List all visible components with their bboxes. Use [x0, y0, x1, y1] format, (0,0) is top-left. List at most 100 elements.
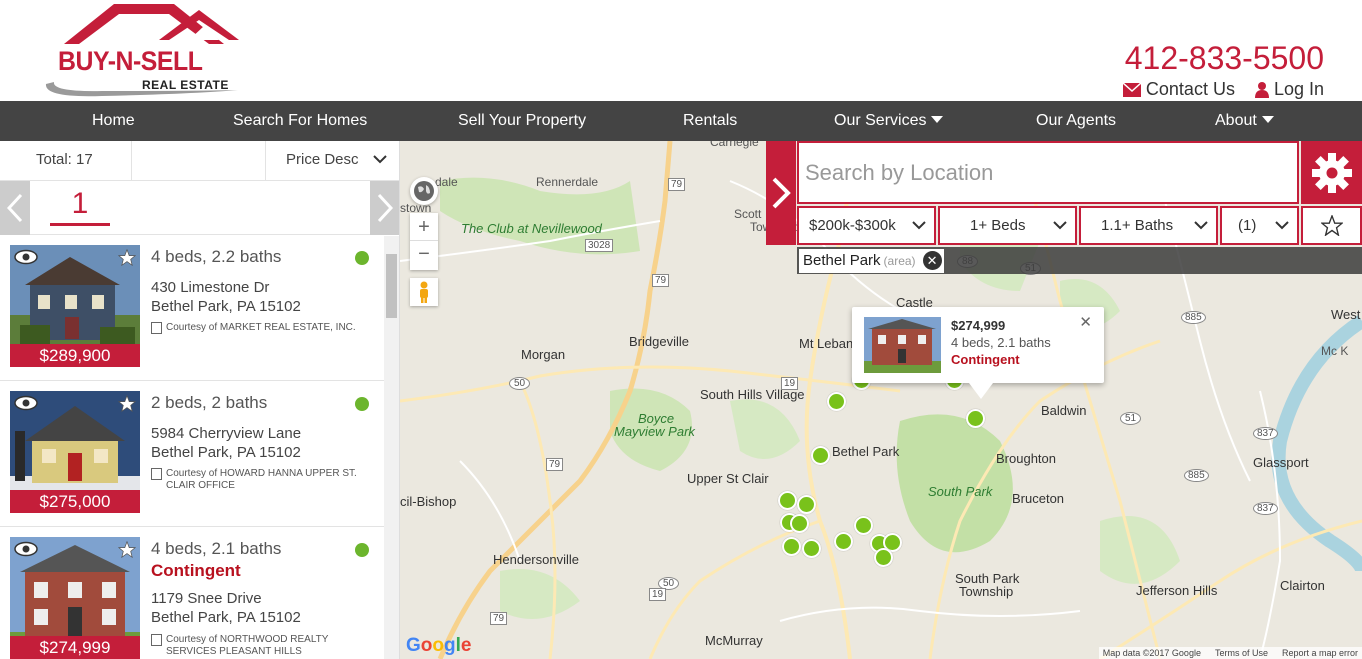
listing-street: 1179 Snee Drive [151, 590, 262, 607]
listing-beds-baths[interactable]: 4 beds, 2.1 baths [151, 539, 281, 559]
map-label-scott: Scott [734, 207, 762, 221]
map-label-mayview: Mayview Park [614, 424, 695, 439]
login-link[interactable]: Log In [1254, 79, 1324, 100]
close-icon[interactable]: ✕ [1079, 313, 1092, 331]
report-error-link[interactable]: Report a map error [1282, 648, 1358, 658]
street-view-pegman[interactable] [410, 278, 438, 306]
pagination: 1 [0, 181, 399, 235]
listing-card[interactable]: $274,999 4 beds, 2.1 baths Contingent 11… [0, 527, 399, 659]
map-label-mck: Mc K [1321, 344, 1349, 358]
map-pin[interactable] [778, 491, 797, 510]
star-icon[interactable] [118, 249, 136, 266]
total-count: Total: 17 [0, 141, 132, 180]
route-shield-51: 51 [1120, 412, 1142, 425]
broker-icon [151, 634, 162, 646]
map-pin[interactable] [802, 539, 821, 558]
map-pin[interactable] [827, 392, 846, 411]
settings-button[interactable] [1301, 141, 1362, 204]
popup-price: $274,999 [951, 318, 1006, 333]
status-dot [355, 251, 369, 265]
nav-home[interactable]: Home [92, 101, 135, 141]
chevron-right-icon [377, 193, 393, 223]
map-label-baldwin: Baldwin [1041, 403, 1087, 418]
next-page-button[interactable] [370, 181, 399, 235]
site-header: BUY-N-SELL REAL ESTATE 412-833-5500 Cont… [0, 0, 1362, 101]
baths-filter[interactable]: 1.1+ Baths [1079, 206, 1218, 245]
search-input[interactable] [799, 143, 1297, 202]
star-icon[interactable] [118, 541, 136, 558]
terms-of-use-link[interactable]: Terms of Use [1215, 648, 1268, 658]
caret-down-icon [931, 116, 944, 123]
baths-filter-value: 1.1+ Baths [1101, 217, 1174, 234]
popup-status: Contingent [951, 352, 1020, 367]
more-filters[interactable]: (1) [1220, 206, 1299, 245]
listing-photo[interactable]: $274,999 [10, 537, 140, 659]
contact-us-label: Contact Us [1145, 79, 1235, 99]
brand-logo[interactable]: BUY-N-SELL REAL ESTATE [42, 4, 242, 98]
chevron-down-icon [373, 155, 387, 164]
nav-sell-property[interactable]: Sell Your Property [458, 101, 586, 141]
phone-number[interactable]: 412-833-5500 [1125, 40, 1324, 77]
listing-card[interactable]: $289,900 4 beds, 2.2 baths 430 Limestone… [0, 235, 399, 381]
broker-icon [151, 322, 162, 334]
prev-page-button[interactable] [0, 181, 30, 235]
map-label-morgan: Morgan [521, 347, 566, 362]
map-type-button[interactable] [410, 177, 438, 205]
listing-photo[interactable]: $289,900 [10, 245, 140, 367]
login-label: Log In [1273, 79, 1324, 99]
eye-icon[interactable] [14, 249, 38, 265]
zoom-out-button[interactable]: − [410, 241, 438, 269]
listing-popup[interactable]: $274,999 4 beds, 2.1 baths Contingent ✕ [852, 307, 1104, 399]
map-pin[interactable] [834, 532, 853, 551]
zoom-in-button[interactable]: + [410, 213, 438, 241]
map-pin[interactable] [854, 516, 873, 535]
toolbar-spacer [132, 141, 266, 180]
listing-card[interactable]: $275,000 2 beds, 2 baths 5984 Cherryview… [0, 381, 399, 527]
listing-beds-baths[interactable]: 2 beds, 2 baths [151, 393, 267, 413]
listing-courtesy-text: Courtesy of NORTHWOOD REALTY SERVICES PL… [166, 634, 329, 657]
route-shield-885: 885 [1184, 469, 1209, 482]
route-shield-79: 79 [652, 274, 670, 287]
listing-beds-baths[interactable]: 4 beds, 2.2 baths [151, 247, 281, 267]
nav-our-agents[interactable]: Our Agents [1036, 101, 1116, 141]
current-page[interactable]: 1 [50, 187, 110, 226]
map-pin[interactable] [782, 537, 801, 556]
map-pin[interactable] [874, 548, 893, 567]
more-filters-count: (1) [1238, 217, 1257, 234]
route-shield-19: 19 [649, 588, 667, 601]
map-pin[interactable] [797, 495, 816, 514]
route-shield-837: 837 [1253, 502, 1278, 515]
sort-value: Price Desc [286, 151, 359, 168]
map-pin[interactable] [811, 446, 830, 465]
route-shield-79: 79 [546, 458, 564, 471]
listing-courtesy-text: Courtesy of MARKET REAL ESTATE, INC. [166, 322, 356, 333]
remove-tag-icon[interactable]: ✕ [922, 251, 942, 270]
contact-us-link[interactable]: Contact Us [1122, 79, 1235, 100]
price-filter[interactable]: $200k-$300k [797, 206, 936, 245]
listing-price: $274,999 [10, 636, 140, 659]
sidebar-scrollbar[interactable] [384, 236, 399, 659]
popup-photo[interactable] [864, 317, 941, 373]
nav-about[interactable]: About [1215, 101, 1274, 141]
listing-courtesy: Courtesy of HOWARD HANNA UPPER ST. CLAIR… [151, 468, 371, 492]
collapse-panel-button[interactable] [766, 141, 796, 245]
beds-filter[interactable]: 1+ Beds [938, 206, 1077, 245]
map-pin[interactable] [966, 409, 985, 428]
scrollbar-thumb[interactable] [386, 254, 397, 318]
nav-our-services[interactable]: Our Services [834, 101, 944, 141]
map-label-south-park: South Park [928, 484, 993, 499]
nav-rentals[interactable]: Rentals [683, 101, 737, 141]
eye-icon[interactable] [14, 395, 38, 411]
map-label-bethel-park: Bethel Park [832, 444, 900, 459]
map-pin[interactable] [790, 514, 809, 533]
location-search[interactable] [797, 141, 1299, 204]
sort-select[interactable]: Price Desc [266, 141, 399, 180]
nav-search-homes[interactable]: Search For Homes [233, 101, 367, 141]
chevron-left-icon [7, 193, 23, 223]
listing-photo[interactable]: $275,000 [10, 391, 140, 513]
map-label-rennerdale: Rennerdale [536, 175, 599, 189]
eye-icon[interactable] [14, 541, 38, 557]
google-logo[interactable]: Google [406, 635, 471, 657]
star-icon[interactable] [118, 395, 136, 412]
save-search-button[interactable] [1301, 206, 1362, 245]
